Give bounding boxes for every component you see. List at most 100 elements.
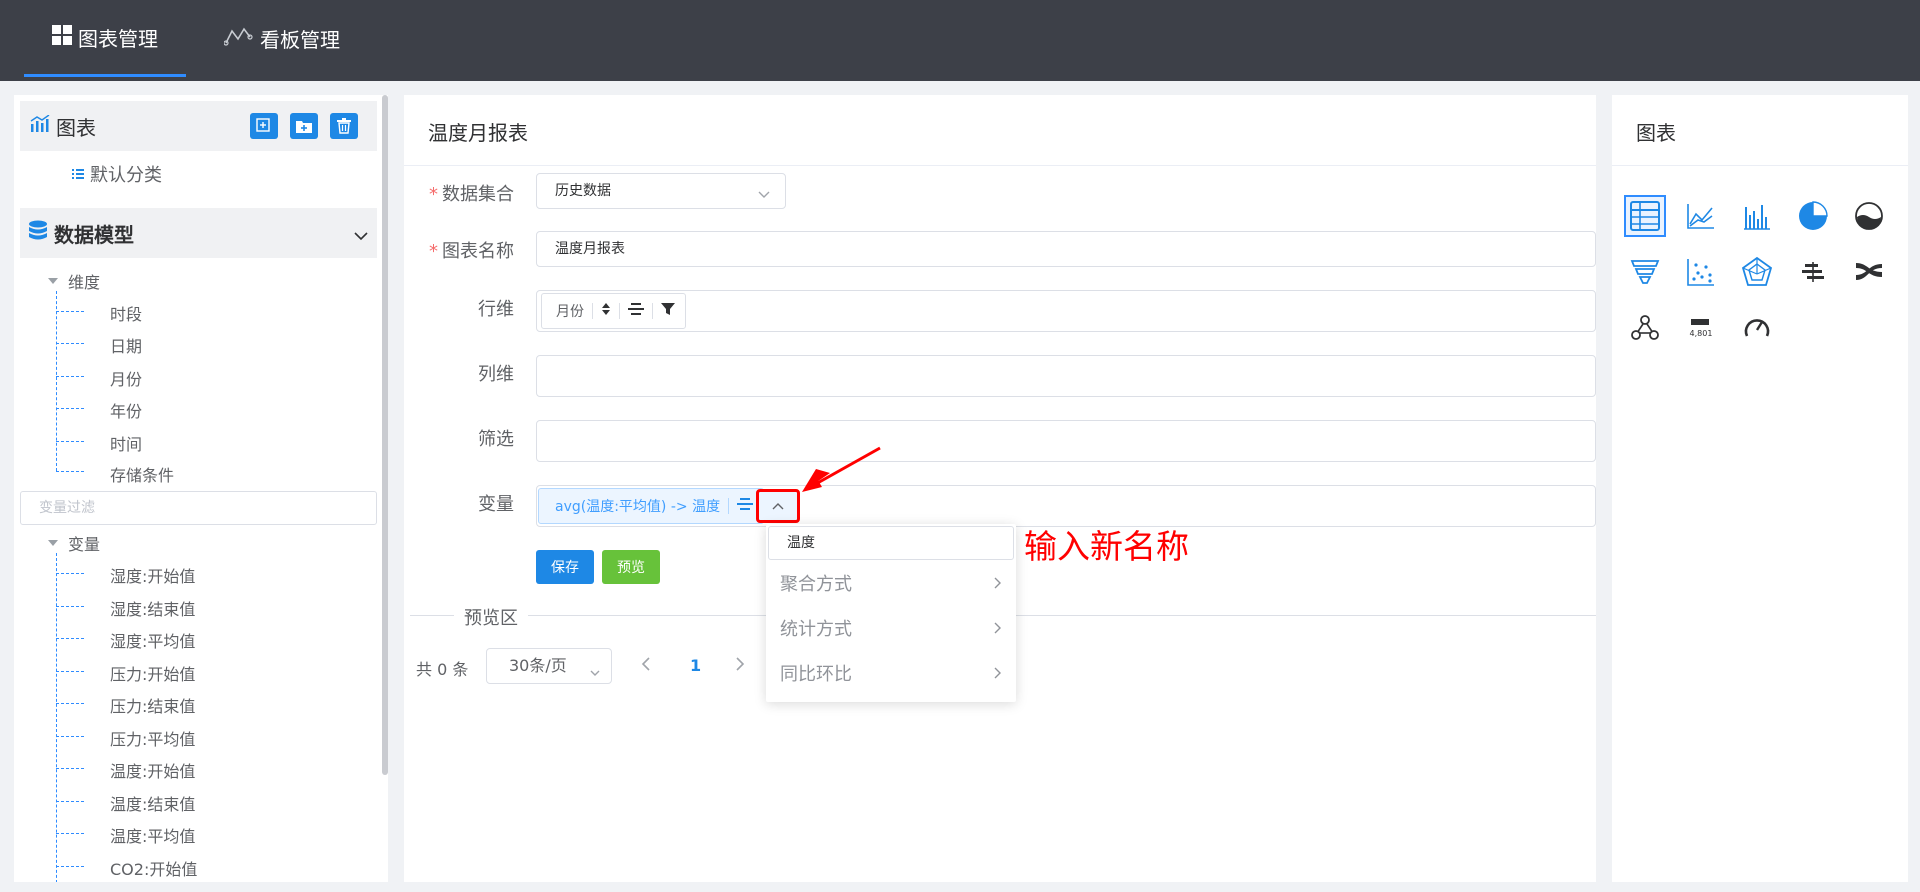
gauge-icon[interactable] [1736, 307, 1778, 349]
tree-connector [56, 408, 84, 409]
data-model-title: 数据模型 [54, 222, 134, 247]
sankey-icon[interactable] [1848, 251, 1890, 293]
tab-chart-manage[interactable]: 图表管理 [24, 0, 186, 77]
tree-leaf-variable[interactable]: 温度:平均值 [110, 823, 195, 847]
filter-dropzone[interactable] [536, 420, 1596, 462]
tree-leaf-dimension[interactable]: 日期 [110, 333, 142, 357]
next-page-icon[interactable] [734, 654, 746, 678]
preview-button[interactable]: 预览 [602, 550, 660, 584]
variable-label: 变量 [478, 494, 514, 515]
add-folder-button[interactable] [290, 113, 318, 139]
tree-group-dimension[interactable]: 维度 [48, 269, 100, 293]
chevron-right-icon [994, 574, 1002, 595]
align-center-icon[interactable] [737, 497, 754, 515]
dataset-select[interactable]: 历史数据 [536, 173, 786, 209]
tree-connector [56, 671, 84, 672]
tree-connector [56, 343, 84, 344]
radar-icon[interactable] [1736, 251, 1778, 293]
annotation-arrow-icon [802, 446, 881, 492]
delete-button[interactable] [330, 113, 358, 139]
graph-icon[interactable] [1624, 307, 1666, 349]
liquid-fill-icon[interactable] [1848, 195, 1890, 237]
tree-connector [56, 573, 84, 574]
caret-down-icon [48, 540, 58, 546]
tree-leaf-variable[interactable]: 温度:开始值 [110, 758, 195, 782]
row-dim-dropzone[interactable] [536, 290, 1596, 332]
variable-pill[interactable]: avg(温度:平均值) -> 温度 [538, 488, 764, 524]
tree-leaf-variable[interactable]: 压力:结束值 [110, 693, 195, 717]
tree-leaf-variable[interactable]: 湿度:开始值 [110, 563, 195, 587]
variable-filter-input[interactable]: 变量过滤 [20, 491, 377, 525]
number-card-icon[interactable]: 4,801 [1680, 307, 1722, 349]
rename-input[interactable]: 温度 [768, 526, 1014, 560]
filter-icon[interactable] [661, 302, 675, 320]
tree-leaf-dimension[interactable]: 存储条件 [110, 462, 174, 486]
row-dim-label: 行维 [478, 299, 514, 320]
tree-connector [56, 291, 57, 471]
page-size-select[interactable]: 30条/页 [486, 648, 612, 684]
pie-chart-icon[interactable] [1792, 195, 1834, 237]
menu-item-label: 统计方式 [780, 619, 852, 640]
page-number[interactable]: 1 [690, 656, 701, 675]
tree-leaf-variable[interactable]: CO2:开始值 [110, 856, 197, 880]
grid-icon [52, 24, 78, 50]
add-chart-button[interactable] [250, 113, 278, 139]
add-chart-icon [256, 118, 270, 132]
tree-connector [56, 606, 84, 607]
tree-group-dimension-label: 维度 [68, 273, 101, 292]
left-scrollbar[interactable] [382, 95, 388, 775]
divider [404, 165, 1596, 166]
scatter-icon[interactable] [1680, 251, 1722, 293]
caret-down-icon [48, 278, 58, 284]
row-dim-pill-label: 月份 [556, 304, 584, 320]
chevron-right-icon [994, 619, 1002, 640]
chevron-down-icon[interactable] [354, 226, 368, 245]
tree-group-variable[interactable]: 变量 [48, 531, 100, 555]
align-center-icon[interactable] [628, 302, 644, 320]
data-model-header[interactable]: 数据模型 [20, 208, 377, 258]
tree-leaf-variable[interactable]: 湿度:平均值 [110, 628, 195, 652]
tab-board-manage-label: 看板管理 [260, 28, 340, 52]
row-dim-pill[interactable]: 月份 [541, 293, 686, 329]
bar-chart-icon[interactable] [1736, 195, 1778, 237]
divider [652, 303, 653, 319]
menu-item-yoy-mom[interactable]: 同比环比 [780, 660, 1002, 686]
tree-leaf-dimension[interactable]: 月份 [110, 366, 142, 390]
chart-name-input[interactable]: 温度月报表 [536, 231, 1596, 267]
tree-connector [56, 471, 84, 472]
tree-leaf-dimension[interactable]: 年份 [110, 398, 142, 422]
tree-connector [56, 703, 84, 704]
col-dim-dropzone[interactable] [536, 355, 1596, 397]
chart-type-title: 图表 [1636, 121, 1676, 145]
bidirectional-bar-icon[interactable] [1792, 251, 1834, 293]
chevron-down-icon [757, 182, 771, 216]
table-icon[interactable] [1624, 195, 1666, 237]
filter-label: 筛选 [478, 429, 514, 450]
menu-item-label: 聚合方式 [780, 574, 852, 595]
category-default[interactable]: 默认分类 [72, 161, 162, 187]
tree-leaf-variable[interactable]: 压力:开始值 [110, 661, 195, 685]
col-dim-label: 列维 [478, 364, 514, 385]
tab-board-manage[interactable]: 看板管理 [222, 0, 342, 77]
menu-item-statistic[interactable]: 统计方式 [780, 615, 1002, 641]
tree-leaf-variable[interactable]: 湿度:结束值 [110, 596, 195, 620]
tree-connector [56, 311, 84, 312]
variable-menu-toggle[interactable] [756, 489, 800, 523]
tree-leaf-dimension[interactable]: 时段 [110, 301, 142, 325]
chart-section-title: 图表 [56, 115, 96, 140]
chart-section-header[interactable]: 图表 [20, 101, 377, 151]
folder-plus-icon [296, 121, 312, 133]
tree-leaf-dimension[interactable]: 时间 [110, 431, 142, 455]
chart-type-panel: 图表 4,801 [1612, 95, 1908, 882]
sort-icon[interactable] [601, 302, 611, 320]
menu-item-aggregation[interactable]: 聚合方式 [780, 570, 1002, 596]
annotation-text: 输入新名称 [1024, 527, 1189, 566]
funnel-icon[interactable] [1624, 251, 1666, 293]
tree-leaf-variable[interactable]: 温度:结束值 [110, 791, 195, 815]
tree-leaf-variable[interactable]: 压力:平均值 [110, 726, 195, 750]
prev-page-icon[interactable] [640, 654, 652, 678]
pager-total: 共 0 条 [416, 660, 469, 679]
divider [1612, 165, 1908, 166]
line-chart-icon[interactable] [1680, 195, 1722, 237]
save-button[interactable]: 保存 [536, 550, 594, 584]
